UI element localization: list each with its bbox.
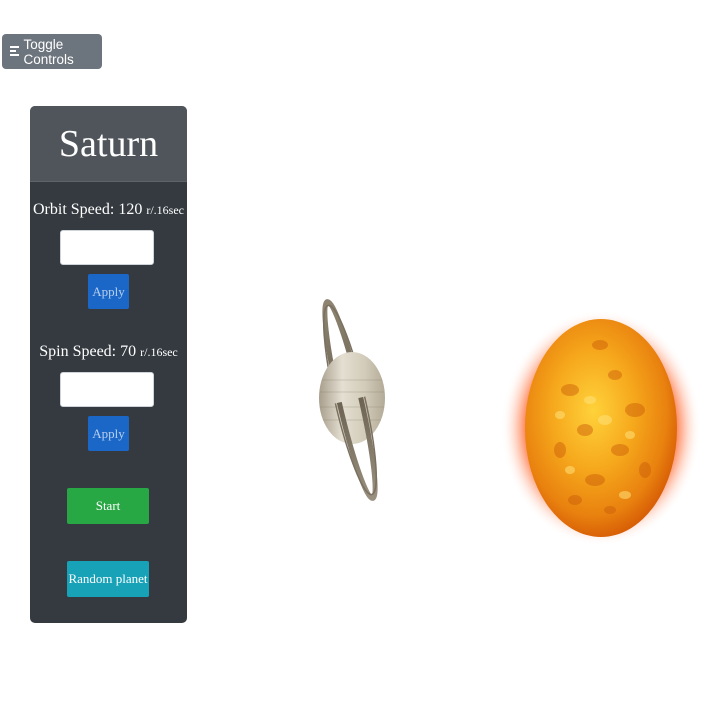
spin-apply-button[interactable]: Apply [88, 416, 129, 451]
random-planet-button[interactable]: Random planet [67, 561, 149, 597]
planet-name: Saturn [58, 122, 159, 165]
orbit-speed-text: Orbit Speed: 120 [33, 201, 143, 218]
menu-lines-icon [10, 46, 19, 57]
orbit-apply-button[interactable]: Apply [88, 274, 129, 309]
spin-speed-unit: r/.16sec [140, 345, 178, 359]
saturn-planet [319, 299, 385, 501]
spin-speed-text: Spin Speed: 70 [39, 343, 137, 360]
toggle-controls-label: Toggle Controls [23, 36, 74, 67]
spin-speed-label: Spin Speed: 70 r/.16sec [30, 343, 187, 361]
toggle-controls-button[interactable]: Toggle Controls [2, 34, 102, 69]
orbit-speed-label: Orbit Speed: 120 r/.16sec [30, 201, 187, 219]
orbit-speed-input[interactable] [60, 230, 154, 265]
start-button[interactable]: Start [67, 488, 149, 524]
orbit-speed-unit: r/.16sec [146, 203, 184, 217]
sun-star [501, 310, 700, 546]
controls-panel: Saturn Orbit Speed: 120 r/.16sec Apply S… [30, 106, 187, 623]
spin-speed-input[interactable] [60, 372, 154, 407]
planet-name-header: Saturn [30, 106, 187, 182]
